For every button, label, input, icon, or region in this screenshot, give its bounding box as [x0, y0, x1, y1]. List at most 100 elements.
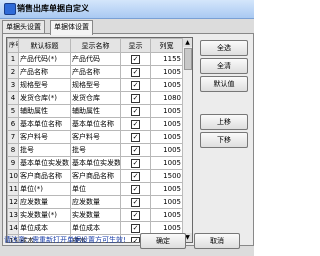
table-row[interactable]: 10 客户商品名称 客户商品名称 ✓ 1500: [7, 169, 183, 183]
cell-show[interactable]: ✓: [120, 52, 151, 66]
cell-default-title[interactable]: 产品名称: [18, 65, 71, 79]
cell-display-name[interactable]: 基本单位名称: [70, 117, 121, 131]
cell-default-title[interactable]: 基本单位实发数: [18, 156, 71, 170]
cell-show[interactable]: ✓: [120, 208, 151, 222]
tab-header-settings[interactable]: 单据头设置: [2, 20, 45, 34]
cell-default-title[interactable]: 单位成本: [18, 221, 71, 235]
cell-display-name[interactable]: 规格型号: [70, 78, 121, 92]
move-up-button[interactable]: 上移: [200, 114, 248, 130]
scroll-thumb[interactable]: [184, 48, 192, 70]
ok-button[interactable]: 确定: [140, 233, 186, 249]
col-header-default-title[interactable]: 默认标题: [18, 38, 71, 53]
default-value-button[interactable]: 默认值: [200, 76, 248, 92]
show-checkbox[interactable]: ✓: [131, 197, 140, 207]
cell-width[interactable]: 1005: [150, 130, 183, 144]
show-checkbox[interactable]: ✓: [131, 158, 140, 168]
cell-show[interactable]: ✓: [120, 195, 151, 209]
cell-width[interactable]: 1005: [150, 65, 183, 79]
show-checkbox[interactable]: ✓: [131, 210, 140, 220]
cell-display-name[interactable]: 客户商品名称: [70, 169, 121, 183]
show-checkbox[interactable]: ✓: [131, 80, 140, 90]
show-checkbox[interactable]: ✓: [131, 54, 140, 64]
show-checkbox[interactable]: ✓: [131, 132, 140, 142]
show-checkbox[interactable]: ✓: [131, 184, 140, 194]
cell-default-title[interactable]: 批号: [18, 143, 71, 157]
cancel-button[interactable]: 取消: [194, 233, 240, 249]
cell-display-name[interactable]: 产品名称: [70, 65, 121, 79]
table-row[interactable]: 2 产品名称 产品名称 ✓ 1005: [7, 65, 183, 79]
cell-display-name[interactable]: 客户料号: [70, 130, 121, 144]
show-checkbox[interactable]: ✓: [131, 171, 140, 181]
cell-default-title[interactable]: 应发数量: [18, 195, 71, 209]
cell-default-title[interactable]: 基本单位名称: [18, 117, 71, 131]
tab-body-settings[interactable]: 单据体设置: [50, 20, 93, 35]
table-row[interactable]: 6 基本单位名称 基本单位名称 ✓ 1005: [7, 117, 183, 131]
column-grid[interactable]: 序号 默认标题 显示名称 显示 列宽 1产品代码(*)产品代码✓11552产品名…: [6, 37, 193, 243]
cell-display-name[interactable]: 单位成本: [70, 221, 121, 235]
table-row[interactable]: 7 客户料号 客户料号 ✓ 1005: [7, 130, 183, 144]
col-header-show[interactable]: 显示: [120, 38, 151, 53]
table-row[interactable]: 9 基本单位实发数 基本单位实发数 ✓ 1005: [7, 156, 183, 170]
show-checkbox[interactable]: ✓: [131, 93, 140, 103]
show-checkbox[interactable]: ✓: [131, 67, 140, 77]
cell-display-name[interactable]: 单位: [70, 182, 121, 196]
cell-width[interactable]: 1005: [150, 117, 183, 131]
cell-default-title[interactable]: 产品代码(*): [18, 52, 71, 66]
cell-display-name[interactable]: 实发数量: [70, 208, 121, 222]
show-checkbox[interactable]: ✓: [131, 223, 140, 233]
cell-display-name[interactable]: 发货仓库: [70, 91, 121, 105]
cell-show[interactable]: ✓: [120, 156, 151, 170]
cell-display-name[interactable]: 应发数量: [70, 195, 121, 209]
cell-show[interactable]: ✓: [120, 143, 151, 157]
cell-default-title[interactable]: 辅助属性: [18, 104, 71, 118]
show-checkbox[interactable]: ✓: [131, 119, 140, 129]
col-header-index[interactable]: 序号: [7, 38, 19, 53]
cell-default-title[interactable]: 实发数量(*): [18, 208, 71, 222]
table-row[interactable]: 5 辅助属性 辅助属性 ✓ 1005: [7, 104, 183, 118]
cell-display-name[interactable]: 批号: [70, 143, 121, 157]
cell-default-title[interactable]: 客户商品名称: [18, 169, 71, 183]
table-row[interactable]: 1 产品代码(*) 产品代码 ✓ 1155: [7, 52, 183, 66]
cell-width[interactable]: 1005: [150, 208, 183, 222]
cell-width[interactable]: 1080: [150, 91, 183, 105]
cell-show[interactable]: ✓: [120, 104, 151, 118]
cell-show[interactable]: ✓: [120, 130, 151, 144]
show-checkbox[interactable]: ✓: [131, 236, 140, 242]
cell-show[interactable]: ✓: [120, 91, 151, 105]
show-checkbox[interactable]: ✓: [131, 106, 140, 116]
cell-default-title[interactable]: 客户料号: [18, 130, 71, 144]
col-header-width[interactable]: 列宽: [150, 38, 183, 53]
move-down-button[interactable]: 下移: [200, 132, 248, 148]
cell-display-name[interactable]: 产品代码: [70, 52, 121, 66]
show-checkbox[interactable]: ✓: [131, 145, 140, 155]
scroll-up-icon[interactable]: ▲: [183, 38, 192, 47]
cell-width[interactable]: 1005: [150, 143, 183, 157]
cell-show[interactable]: ✓: [120, 182, 151, 196]
cell-width[interactable]: 1005: [150, 182, 183, 196]
cell-show[interactable]: ✓: [120, 78, 151, 92]
cell-width[interactable]: 1005: [150, 156, 183, 170]
table-row[interactable]: 8 批号 批号 ✓ 1005: [7, 143, 183, 157]
table-row[interactable]: 13 实发数量(*) 实发数量 ✓ 1005: [7, 208, 183, 222]
table-row[interactable]: 11 单位(*) 单位 ✓ 1005: [7, 182, 183, 196]
table-row[interactable]: 3 规格型号 规格型号 ✓ 1005: [7, 78, 183, 92]
table-row[interactable]: 12 应发数量 应发数量 ✓ 1005: [7, 195, 183, 209]
table-row[interactable]: 4 发货仓库(*) 发货仓库 ✓ 1080: [7, 91, 183, 105]
title-bar[interactable]: 销售出库单据自定义: [0, 0, 254, 19]
cell-display-name[interactable]: 基本单位实发数: [70, 156, 121, 170]
cell-width[interactable]: 1005: [150, 78, 183, 92]
cell-show[interactable]: ✓: [120, 65, 151, 79]
cell-display-name[interactable]: 辅助属性: [70, 104, 121, 118]
vertical-scrollbar[interactable]: ▲ ▼: [182, 38, 192, 242]
cell-width[interactable]: 1500: [150, 169, 183, 183]
cell-show[interactable]: ✓: [120, 169, 151, 183]
cell-default-title[interactable]: 规格型号: [18, 78, 71, 92]
cell-width[interactable]: 1155: [150, 52, 183, 66]
cell-default-title[interactable]: 发货仓库(*): [18, 91, 71, 105]
cell-width[interactable]: 1005: [150, 104, 183, 118]
col-header-display-name[interactable]: 显示名称: [70, 38, 121, 53]
cell-show[interactable]: ✓: [120, 117, 151, 131]
cell-default-title[interactable]: 单位(*): [18, 182, 71, 196]
select-all-button[interactable]: 全选: [200, 40, 248, 56]
cell-width[interactable]: 1005: [150, 195, 183, 209]
